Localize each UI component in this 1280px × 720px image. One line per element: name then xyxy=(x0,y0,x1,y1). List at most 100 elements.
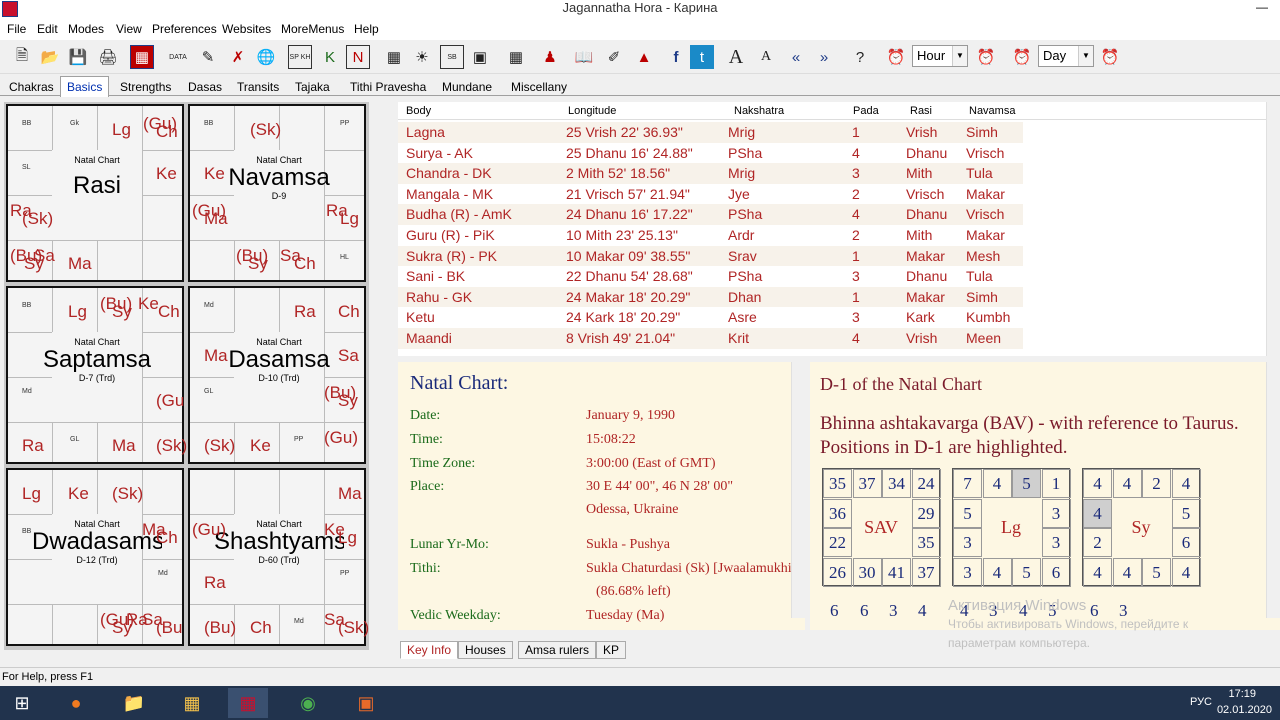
menu-moremenus[interactable]: MoreMenus xyxy=(281,22,344,36)
clock-date[interactable]: 02.01.2020 xyxy=(1217,704,1272,716)
time-forward-icon[interactable]: ⏰ xyxy=(974,45,998,69)
saptamsa-chart[interactable]: Natal Chart Saptamsa D-7 (Trd) Lg (Bu) Sy K… xyxy=(6,286,187,464)
globe-icon[interactable]: 🌐 xyxy=(254,45,278,69)
col-navamsa[interactable]: Navamsa xyxy=(969,105,1015,117)
menu-help[interactable]: Help xyxy=(354,22,379,36)
tab-mundane[interactable]: Mundane xyxy=(442,79,492,95)
edit-data-icon[interactable]: ✎ xyxy=(196,45,220,69)
clock-time[interactable]: 17:19 xyxy=(1228,688,1256,700)
tab-strengths[interactable]: Strengths xyxy=(120,79,171,95)
table-row[interactable]: Lagna 25 Vrish 22' 36.93" Mrig 1 Vrish Simh xyxy=(398,122,1023,143)
temple-icon[interactable]: ▲ xyxy=(632,45,656,69)
frame-icon[interactable]: ▣ xyxy=(468,45,492,69)
col-pada[interactable]: Pada xyxy=(853,105,879,117)
col-nakshatra[interactable]: Nakshatra xyxy=(734,105,784,117)
dasamsa-chart[interactable]: Natal Chart Dasamsa D-10 (Trd) Ra Ch Ma Sa… xyxy=(188,286,366,464)
tab-key-info[interactable]: Key Info xyxy=(400,641,459,659)
open-folder-icon[interactable]: 📂 xyxy=(38,45,62,69)
tab-miscellany[interactable]: Miscellany xyxy=(511,79,567,95)
table-row[interactable]: Ketu 24 Kark 18' 20.29" Asre 3 Kark Kumbh xyxy=(398,307,1023,329)
table-row[interactable]: Budha (R) - AmK 24 Dhanu 16' 17.22" PSha 4 D… xyxy=(398,204,1023,226)
tab-houses[interactable]: Houses xyxy=(458,641,513,659)
menu-edit[interactable]: Edit xyxy=(37,22,58,36)
natal-chart-label: Natal Chart xyxy=(256,337,302,347)
minimize-icon[interactable]: — xyxy=(1246,0,1278,16)
menu-modes[interactable]: Modes xyxy=(68,22,104,36)
language-indicator[interactable]: РУС xyxy=(1190,696,1212,708)
info-scrollbar[interactable] xyxy=(791,362,805,618)
facebook-icon[interactable]: f xyxy=(664,45,688,69)
font-smaller-icon[interactable]: A xyxy=(754,45,778,69)
twitter-icon[interactable]: t xyxy=(690,45,714,69)
day-combo[interactable]: Day ▼ xyxy=(1038,45,1094,67)
hour-combo[interactable]: Hour ▼ xyxy=(912,45,968,67)
table-scrollbar[interactable] xyxy=(1266,102,1280,356)
shashtyamsa-chart[interactable]: Natal Chart Shashtyamsa D-60 (Trd) Ma (G… xyxy=(188,468,369,646)
menu-websites[interactable]: Websites xyxy=(222,22,271,36)
book-icon[interactable]: 📖 xyxy=(572,45,596,69)
chart-icon[interactable]: ▦ xyxy=(130,45,154,69)
bav-cell: 5 xyxy=(953,498,982,528)
menu-view[interactable]: View xyxy=(116,22,142,36)
bav-scrollbar[interactable] xyxy=(1266,362,1280,618)
table-row[interactable]: Chandra - DK 2 Mith 52' 18.56" Mrig 3 Mith Tu… xyxy=(398,163,1023,185)
day-forward-icon[interactable]: ⏰ xyxy=(1098,45,1122,69)
sun-icon[interactable]: ☀ xyxy=(410,45,434,69)
chrome-icon[interactable]: ◉ xyxy=(288,688,328,718)
tab-amsa-rulers[interactable]: Amsa rulers xyxy=(518,641,597,659)
save-icon[interactable]: 💾 xyxy=(66,45,90,69)
new-file-icon[interactable]: 🗎 xyxy=(10,45,34,69)
sp-kh-icon[interactable]: SP KH xyxy=(288,45,312,69)
table-cell: Chandra - DK xyxy=(406,165,492,182)
col-longitude[interactable]: Longitude xyxy=(568,105,616,117)
chevron-down-icon[interactable]: ▼ xyxy=(1078,46,1093,66)
tab-basics[interactable]: Basics xyxy=(60,76,110,97)
table-cell: 1 xyxy=(852,124,860,140)
tab-tithi-pravesha[interactable]: Tithi Pravesha xyxy=(350,79,426,95)
navamsa-chart[interactable]: Natal Chart Navamsa D-9 (Sk) Ke (Gu) Ma Ra… xyxy=(188,104,366,282)
tab-tajaka[interactable]: Tajaka xyxy=(295,79,330,95)
rasi-chart[interactable]: Natal Chart Rasi Lg (Gu) Ch Ke Ra (Sk) (Bu) S… xyxy=(6,104,184,282)
table-row[interactable]: Guru (R) - PiK 10 Mith 23' 25.13" Ardr 2 Mit… xyxy=(398,225,1023,246)
table-row[interactable]: Sukra (R) - PK 10 Makar 09' 38.55" Srav 1 Ma… xyxy=(398,245,1023,267)
chevron-down-icon[interactable]: ▼ xyxy=(952,46,967,66)
table-row[interactable]: Surya - AK 25 Dhanu 16' 24.88" PSha 4 Dhanu V… xyxy=(398,142,1023,164)
help-icon[interactable]: ? xyxy=(848,45,872,69)
app-icon-orange[interactable]: ▣ xyxy=(346,688,386,718)
tab-chakras[interactable]: Chakras xyxy=(9,79,54,95)
calendar-icon[interactable]: ▦ xyxy=(504,45,528,69)
print-icon[interactable]: 🖨 xyxy=(96,45,120,69)
dwadasamsa-chart[interactable]: Natal Chart Dwadasamsa D-12 (Trd) LgKe(S… xyxy=(6,468,184,646)
firefox-icon[interactable]: ● xyxy=(56,688,96,718)
font-larger-icon[interactable]: A xyxy=(724,45,748,69)
forward-icon[interactable]: » xyxy=(812,45,836,69)
menu-file[interactable]: File xyxy=(7,22,26,36)
col-body[interactable]: Body xyxy=(406,105,431,117)
bav-cell: 4 xyxy=(1112,469,1142,498)
tools-icon[interactable]: ✗ xyxy=(226,45,250,69)
tab-kp[interactable]: KP xyxy=(596,641,627,659)
tab-transits[interactable]: Transits xyxy=(237,79,279,95)
menu-preferences[interactable]: Preferences xyxy=(152,22,217,36)
table-row[interactable]: Sani - BK 22 Dhanu 54' 28.68" PSha 3 Dhanu Tu… xyxy=(398,266,1023,288)
data-icon[interactable]: DATA xyxy=(166,45,190,69)
notes-icon[interactable]: ▦ xyxy=(172,688,212,718)
table-row[interactable]: Rahu - GK 24 Makar 18' 20.29" Dhan 1 Makar Si… xyxy=(398,286,1023,308)
explorer-icon[interactable]: 📁 xyxy=(114,688,154,718)
day-back-icon[interactable]: ⏰ xyxy=(1010,45,1034,69)
tab-dasas[interactable]: Dasas xyxy=(188,79,222,95)
back-icon[interactable]: « xyxy=(784,45,808,69)
n-icon[interactable]: N xyxy=(346,45,370,69)
jhora-icon[interactable]: ▦ xyxy=(228,688,268,718)
sb-icon[interactable]: SB xyxy=(440,45,464,69)
table-row[interactable]: Maandi 8 Vrish 49' 21.04" Krit 4 Vrish Meen xyxy=(398,328,1023,349)
main-tabs: Chakras Basics Strengths Dasas Transits … xyxy=(0,76,1280,97)
k-icon[interactable]: K xyxy=(318,45,342,69)
windows-start-icon[interactable]: ⊞ xyxy=(2,688,42,718)
people-icon[interactable]: ♟ xyxy=(538,45,562,69)
grid-icon[interactable]: ▦ xyxy=(382,45,406,69)
pen-icon[interactable]: ✐ xyxy=(602,45,626,69)
table-row[interactable]: Mangala - MK 21 Vrisch 57' 21.94" Jye 2 Vris… xyxy=(398,183,1023,205)
time-back-icon[interactable]: ⏰ xyxy=(884,45,908,69)
col-rasi[interactable]: Rasi xyxy=(910,105,932,117)
